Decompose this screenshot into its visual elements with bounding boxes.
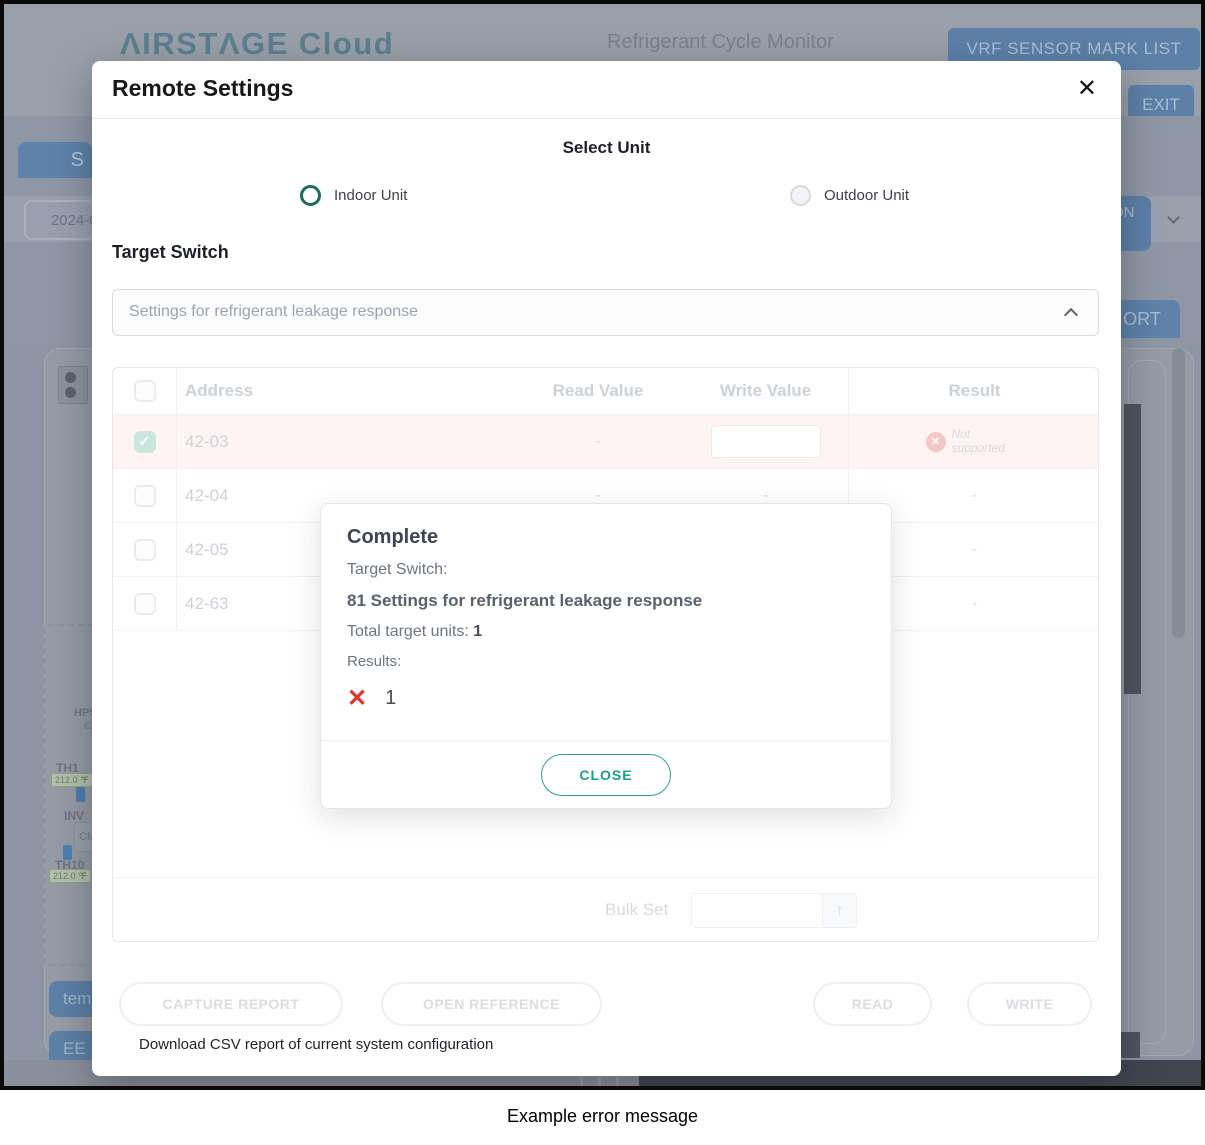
- select-all-checkbox[interactable]: [134, 380, 156, 402]
- remote-settings-modal: Remote Settings ✕ Select Unit Indoor Uni…: [92, 61, 1121, 1076]
- dialog-results-label: Results:: [347, 653, 865, 670]
- dialog-total-units: Total target units: 1: [347, 623, 865, 641]
- dropdown-collapse-button[interactable]: [1160, 199, 1189, 241]
- result-error-text: Not supported: [952, 428, 1024, 456]
- read-value-cell: -: [513, 433, 683, 450]
- page-title: Refrigerant Cycle Monitor: [607, 31, 834, 54]
- column-header-write-value: Write Value: [683, 381, 848, 401]
- bulk-set-row: Bulk Set ↑: [113, 877, 1098, 942]
- write-value-input[interactable]: [711, 425, 821, 458]
- outdoor-unit-icon: [58, 366, 88, 404]
- indoor-unit-label: Indoor Unit: [334, 187, 407, 204]
- write-value-cell: -: [683, 487, 848, 504]
- table-row: ✓ 42-03 - ✕ Not supported: [113, 415, 1098, 469]
- row-checkbox[interactable]: [134, 539, 156, 561]
- column-header-result: Result: [848, 368, 1099, 414]
- row-checkbox[interactable]: [134, 485, 156, 507]
- chevron-down-icon: [1167, 211, 1180, 224]
- chevron-up-icon: [1064, 308, 1078, 322]
- complete-dialog-title: Complete: [347, 526, 865, 549]
- complete-dialog: Complete Target Switch: 81 Settings for …: [320, 503, 892, 809]
- total-units-value: 1: [473, 623, 482, 640]
- column-header-read-value: Read Value: [513, 381, 683, 401]
- select-unit-heading: Select Unit: [92, 138, 1121, 158]
- modal-header: Remote Settings ✕: [92, 61, 1121, 119]
- result-error: ✕ Not supported: [926, 428, 1024, 456]
- bulk-set-label: Bulk Set: [605, 900, 668, 920]
- modal-title: Remote Settings: [112, 75, 293, 102]
- fail-x-icon: ✕: [347, 684, 367, 713]
- dialog-fail-row: ✕ 1: [347, 684, 865, 713]
- table-header-row: Address Read Value Write Value Result: [113, 368, 1098, 415]
- row-checkbox[interactable]: [134, 593, 156, 615]
- th1-sensor-icon: [76, 787, 85, 802]
- airstage-logo: ΛIRSTΛGE Cloud: [120, 26, 394, 62]
- csv-report-note: Download CSV report of current system co…: [139, 1036, 493, 1053]
- outdoor-unit-radio[interactable]: [790, 185, 811, 206]
- outdoor-unit-radio-group[interactable]: Outdoor Unit: [790, 185, 909, 206]
- vertical-scrollbar[interactable]: [1172, 348, 1185, 638]
- indoor-unit-radio-group[interactable]: Indoor Unit: [300, 185, 407, 206]
- app-screenshot-frame: ΛIRSTΛGE Cloud Refrigerant Cycle Monitor…: [0, 0, 1205, 1090]
- total-units-label: Total target units:: [347, 623, 469, 640]
- outdoor-unit-label: Outdoor Unit: [824, 187, 909, 204]
- close-icon[interactable]: ✕: [1077, 74, 1097, 103]
- dialog-target-switch-label: Target Switch:: [347, 561, 865, 579]
- error-circle-x-icon: ✕: [926, 432, 946, 452]
- column-header-address: Address: [177, 381, 513, 401]
- fan-icon: [65, 387, 76, 398]
- chart-bar: [1124, 404, 1141, 694]
- dialog-footer: CLOSE: [321, 740, 891, 808]
- capture-report-button[interactable]: CAPTURE REPORT: [119, 982, 343, 1026]
- read-value-cell: -: [513, 487, 683, 504]
- th10-temperature-badge: 212.0 ℉: [49, 869, 91, 883]
- sensor-label-inv: INV: [64, 809, 84, 823]
- th1-temperature-badge: 212.0 ℉: [51, 773, 93, 787]
- fail-count: 1: [385, 687, 396, 710]
- dropdown-selected-value: Settings for refrigerant leakage respons…: [129, 303, 418, 321]
- fan-icon: [65, 372, 76, 383]
- write-button[interactable]: WRITE: [967, 982, 1092, 1026]
- bulk-apply-arrow-button[interactable]: ↑: [822, 894, 856, 927]
- address-cell: 42-03: [177, 432, 513, 452]
- bulk-set-control: ↑: [691, 893, 857, 928]
- dialog-target-switch-value: 81 Settings for refrigerant leakage resp…: [347, 591, 865, 611]
- target-switch-heading: Target Switch: [112, 242, 229, 263]
- figure-caption: Example error message: [0, 1106, 1205, 1127]
- target-switch-dropdown[interactable]: Settings for refrigerant leakage respons…: [112, 289, 1099, 336]
- row-checkbox-checked[interactable]: ✓: [134, 431, 156, 453]
- bulk-set-input[interactable]: [692, 894, 822, 927]
- read-button[interactable]: READ: [813, 982, 932, 1026]
- tab-system-partial[interactable]: S: [18, 142, 92, 178]
- indoor-unit-radio[interactable]: [300, 185, 321, 206]
- close-button[interactable]: CLOSE: [541, 754, 671, 796]
- open-reference-button[interactable]: OPEN REFERENCE: [381, 982, 602, 1026]
